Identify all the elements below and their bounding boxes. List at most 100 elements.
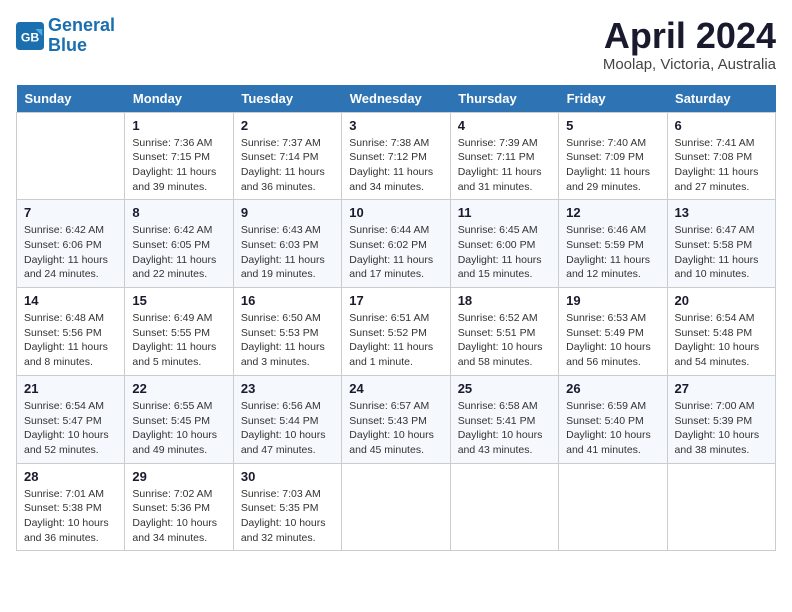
calendar-cell: 13 Sunrise: 6:47 AM Sunset: 5:58 PM Dayli…	[667, 200, 775, 288]
day-detail: Sunrise: 6:43 AM Sunset: 6:03 PM Dayligh…	[241, 223, 334, 282]
calendar-cell: 25 Sunrise: 6:58 AM Sunset: 5:41 PM Dayli…	[450, 375, 558, 463]
calendar-cell: 7Sunrise: 6:42 AM Sunset: 6:06 PM Daylig…	[17, 200, 125, 288]
weekday-header: Thursday	[450, 85, 558, 113]
day-number: 28	[24, 469, 117, 484]
calendar-cell: 2 Sunrise: 7:37 AM Sunset: 7:14 PM Daylig…	[233, 112, 341, 200]
calendar-cell: 19Sunrise: 6:53 AM Sunset: 5:49 PM Dayli…	[559, 288, 667, 376]
day-detail: Sunrise: 7:37 AM Sunset: 7:14 PM Dayligh…	[241, 136, 334, 195]
day-number: 1	[132, 118, 225, 133]
calendar-week-row: 28 Sunrise: 7:01 AM Sunset: 5:38 PM Dayli…	[17, 463, 776, 551]
calendar-cell: 10 Sunrise: 6:44 AM Sunset: 6:02 PM Dayli…	[342, 200, 450, 288]
day-detail: Sunrise: 6:42 AM Sunset: 6:05 PM Dayligh…	[132, 223, 225, 282]
calendar-body: 1 Sunrise: 7:36 AM Sunset: 7:15 PM Daylig…	[17, 112, 776, 551]
day-number: 29	[132, 469, 225, 484]
calendar-header: SundayMondayTuesdayWednesdayThursdayFrid…	[17, 85, 776, 113]
weekday-header: Sunday	[17, 85, 125, 113]
calendar-cell: 28 Sunrise: 7:01 AM Sunset: 5:38 PM Dayli…	[17, 463, 125, 551]
calendar-cell: 18 Sunrise: 6:52 AM Sunset: 5:51 PM Dayli…	[450, 288, 558, 376]
calendar-cell: 12 Sunrise: 6:46 AM Sunset: 5:59 PM Dayli…	[559, 200, 667, 288]
day-detail: Sunrise: 6:44 AM Sunset: 6:02 PM Dayligh…	[349, 223, 442, 282]
day-number: 13	[675, 205, 768, 220]
logo-blue: Blue	[48, 35, 87, 55]
day-number: 23	[241, 381, 334, 396]
calendar-cell	[342, 463, 450, 551]
day-number: 18	[458, 293, 551, 308]
month-title: April 2024	[603, 16, 776, 56]
day-number: 12	[566, 205, 659, 220]
calendar-cell: 9 Sunrise: 6:43 AM Sunset: 6:03 PM Daylig…	[233, 200, 341, 288]
logo-icon: GB	[16, 22, 44, 50]
day-number: 11	[458, 205, 551, 220]
day-detail: Sunrise: 6:45 AM Sunset: 6:00 PM Dayligh…	[458, 223, 551, 282]
calendar-cell	[450, 463, 558, 551]
day-detail: Sunrise: 6:55 AM Sunset: 5:45 PM Dayligh…	[132, 399, 225, 458]
day-number: 14	[24, 293, 117, 308]
location: Moolap, Victoria, Australia	[603, 56, 776, 73]
calendar-cell: 1 Sunrise: 7:36 AM Sunset: 7:15 PM Daylig…	[125, 112, 233, 200]
day-detail: Sunrise: 7:36 AM Sunset: 7:15 PM Dayligh…	[132, 136, 225, 195]
day-number: 4	[458, 118, 551, 133]
day-number: 27	[675, 381, 768, 396]
day-detail: Sunrise: 6:47 AM Sunset: 5:58 PM Dayligh…	[675, 223, 768, 282]
day-detail: Sunrise: 6:57 AM Sunset: 5:43 PM Dayligh…	[349, 399, 442, 458]
day-number: 3	[349, 118, 442, 133]
logo: GB General Blue	[16, 16, 115, 56]
calendar-cell: 15Sunrise: 6:49 AM Sunset: 5:55 PM Dayli…	[125, 288, 233, 376]
calendar-cell	[559, 463, 667, 551]
calendar-cell: 22 Sunrise: 6:55 AM Sunset: 5:45 PM Dayli…	[125, 375, 233, 463]
calendar-cell: 3 Sunrise: 7:38 AM Sunset: 7:12 PM Daylig…	[342, 112, 450, 200]
calendar-cell: 4Sunrise: 7:39 AM Sunset: 7:11 PM Daylig…	[450, 112, 558, 200]
day-number: 10	[349, 205, 442, 220]
day-number: 9	[241, 205, 334, 220]
day-detail: Sunrise: 6:58 AM Sunset: 5:41 PM Dayligh…	[458, 399, 551, 458]
day-detail: Sunrise: 6:53 AM Sunset: 5:49 PM Dayligh…	[566, 311, 659, 370]
calendar-week-row: 1 Sunrise: 7:36 AM Sunset: 7:15 PM Daylig…	[17, 112, 776, 200]
day-detail: Sunrise: 6:51 AM Sunset: 5:52 PM Dayligh…	[349, 311, 442, 370]
day-detail: Sunrise: 6:46 AM Sunset: 5:59 PM Dayligh…	[566, 223, 659, 282]
day-number: 25	[458, 381, 551, 396]
day-detail: Sunrise: 7:41 AM Sunset: 7:08 PM Dayligh…	[675, 136, 768, 195]
calendar-cell: 26Sunrise: 6:59 AM Sunset: 5:40 PM Dayli…	[559, 375, 667, 463]
day-detail: Sunrise: 7:01 AM Sunset: 5:38 PM Dayligh…	[24, 487, 117, 546]
title-block: April 2024 Moolap, Victoria, Australia	[603, 16, 776, 73]
day-number: 22	[132, 381, 225, 396]
weekday-header: Saturday	[667, 85, 775, 113]
header-row: SundayMondayTuesdayWednesdayThursdayFrid…	[17, 85, 776, 113]
calendar-cell: 6Sunrise: 7:41 AM Sunset: 7:08 PM Daylig…	[667, 112, 775, 200]
svg-text:GB: GB	[21, 30, 40, 44]
calendar-cell: 24 Sunrise: 6:57 AM Sunset: 5:43 PM Dayli…	[342, 375, 450, 463]
day-detail: Sunrise: 7:03 AM Sunset: 5:35 PM Dayligh…	[241, 487, 334, 546]
calendar-cell: 30 Sunrise: 7:03 AM Sunset: 5:35 PM Dayli…	[233, 463, 341, 551]
day-detail: Sunrise: 7:02 AM Sunset: 5:36 PM Dayligh…	[132, 487, 225, 546]
day-number: 16	[241, 293, 334, 308]
calendar-cell: 21Sunrise: 6:54 AM Sunset: 5:47 PM Dayli…	[17, 375, 125, 463]
day-number: 24	[349, 381, 442, 396]
day-number: 21	[24, 381, 117, 396]
day-number: 26	[566, 381, 659, 396]
day-number: 8	[132, 205, 225, 220]
calendar-table: SundayMondayTuesdayWednesdayThursdayFrid…	[16, 85, 776, 552]
day-number: 15	[132, 293, 225, 308]
calendar-cell: 16 Sunrise: 6:50 AM Sunset: 5:53 PM Dayli…	[233, 288, 341, 376]
day-detail: Sunrise: 6:56 AM Sunset: 5:44 PM Dayligh…	[241, 399, 334, 458]
day-detail: Sunrise: 7:00 AM Sunset: 5:39 PM Dayligh…	[675, 399, 768, 458]
weekday-header: Monday	[125, 85, 233, 113]
day-detail: Sunrise: 6:54 AM Sunset: 5:48 PM Dayligh…	[675, 311, 768, 370]
calendar-cell: 5Sunrise: 7:40 AM Sunset: 7:09 PM Daylig…	[559, 112, 667, 200]
day-detail: Sunrise: 6:50 AM Sunset: 5:53 PM Dayligh…	[241, 311, 334, 370]
calendar-cell: 11 Sunrise: 6:45 AM Sunset: 6:00 PM Dayli…	[450, 200, 558, 288]
calendar-cell: 20 Sunrise: 6:54 AM Sunset: 5:48 PM Dayli…	[667, 288, 775, 376]
calendar-cell: 23 Sunrise: 6:56 AM Sunset: 5:44 PM Dayli…	[233, 375, 341, 463]
day-detail: Sunrise: 6:48 AM Sunset: 5:56 PM Dayligh…	[24, 311, 117, 370]
calendar-week-row: 14 Sunrise: 6:48 AM Sunset: 5:56 PM Dayli…	[17, 288, 776, 376]
day-number: 20	[675, 293, 768, 308]
calendar-cell	[667, 463, 775, 551]
day-number: 7	[24, 205, 117, 220]
calendar-week-row: 21Sunrise: 6:54 AM Sunset: 5:47 PM Dayli…	[17, 375, 776, 463]
day-number: 2	[241, 118, 334, 133]
day-number: 5	[566, 118, 659, 133]
calendar-week-row: 7Sunrise: 6:42 AM Sunset: 6:06 PM Daylig…	[17, 200, 776, 288]
day-detail: Sunrise: 7:38 AM Sunset: 7:12 PM Dayligh…	[349, 136, 442, 195]
day-detail: Sunrise: 6:52 AM Sunset: 5:51 PM Dayligh…	[458, 311, 551, 370]
day-number: 30	[241, 469, 334, 484]
